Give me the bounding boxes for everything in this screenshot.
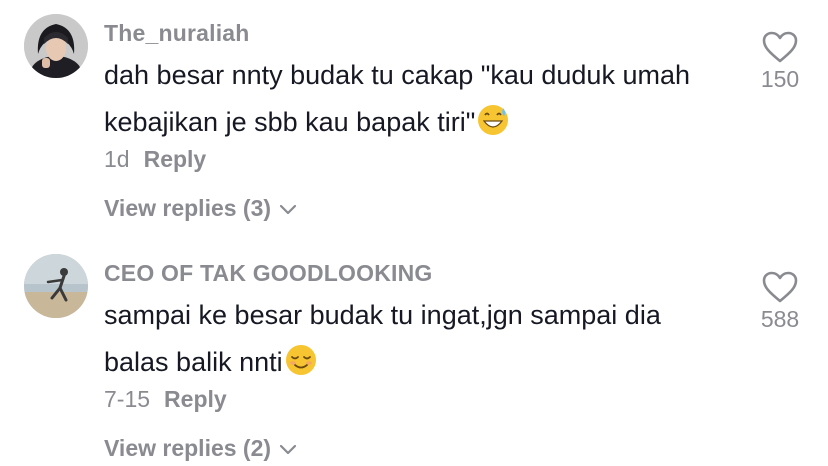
username[interactable]: The_nuraliah — [104, 20, 250, 47]
view-replies-button[interactable]: View replies (3) — [104, 195, 299, 222]
username[interactable]: CEO OF TAK GOODLOOKING — [104, 260, 433, 287]
like-count: 588 — [760, 306, 800, 332]
view-replies-label: View replies (2) — [104, 435, 272, 461]
comment-meta: 7-15 Reply — [104, 386, 227, 413]
comment-time: 7-15 — [104, 386, 151, 412]
heart-outline-icon — [762, 271, 798, 303]
comment-text-content: sampai ke besar budak tu ingat,jgn sampa… — [104, 300, 661, 377]
like-count: 150 — [760, 66, 800, 92]
comment-text-content: dah besar nnty budak tu cakap "kau duduk… — [104, 60, 690, 137]
comment-time: 1d — [104, 146, 130, 172]
chevron-down-icon — [279, 444, 297, 454]
comment-text: dah besar nnty budak tu cakap "kau duduk… — [104, 52, 704, 146]
chevron-down-icon — [279, 204, 297, 214]
comment-text: sampai ke besar budak tu ingat,jgn sampa… — [104, 292, 704, 386]
relieved-face-emoji-icon — [285, 345, 316, 375]
avatar[interactable] — [24, 14, 88, 78]
heart-outline-icon — [762, 31, 798, 63]
view-replies-button[interactable]: View replies (2) — [104, 435, 299, 462]
view-replies-label: View replies (3) — [104, 195, 272, 221]
like-button[interactable]: 588 — [752, 270, 808, 333]
comment-meta: 1d Reply — [104, 146, 206, 173]
avatar[interactable] — [24, 254, 88, 318]
grinning-sweat-emoji-icon — [478, 105, 509, 135]
reply-button[interactable]: Reply — [164, 386, 227, 412]
reply-button[interactable]: Reply — [144, 146, 207, 172]
like-button[interactable]: 150 — [752, 30, 808, 93]
